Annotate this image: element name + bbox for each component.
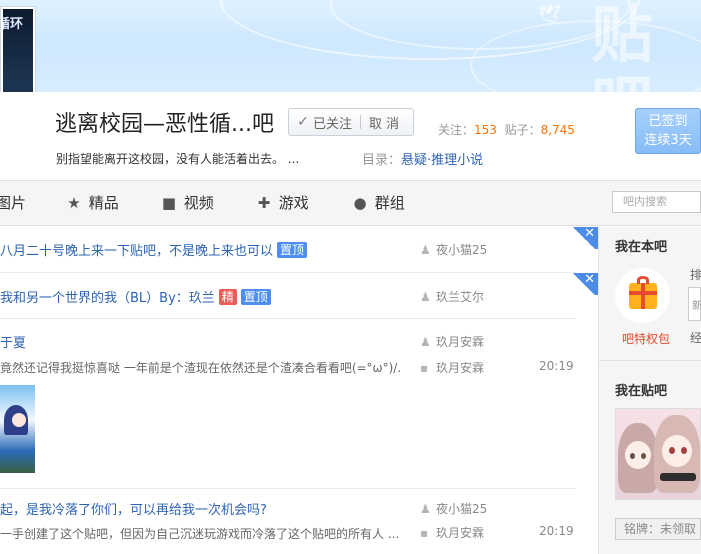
thread-author[interactable]: ♟ 玖月安霖	[420, 333, 484, 350]
last-reply-name: 玖月安霖	[436, 361, 485, 375]
thread-title[interactable]: 于夏	[0, 332, 26, 351]
thread-title-text: 起，是我冷落了你们，可以再给我一次机会吗?	[0, 503, 267, 518]
forum-title[interactable]: 逃离校园—恶性循...吧	[55, 106, 274, 138]
follower-count: 153	[474, 123, 497, 137]
my-post-heading: 我在贴吧	[615, 384, 668, 399]
avatar-eye	[669, 447, 675, 454]
tab-groups[interactable]: ● 群组	[350, 181, 405, 225]
forum-nav: 图片 ★ 精品 ■ 视频 ✚ 游戏 ● 群组	[0, 180, 701, 226]
thread-title-text: 于夏	[0, 336, 27, 351]
last-reply-author[interactable]: ▪ 玖月安霖	[420, 359, 484, 376]
last-reply-author[interactable]: ▪ 玖月安霖	[420, 524, 484, 541]
thread-author-name: 玖兰艾尔	[436, 290, 485, 304]
thumbnail-face	[12, 413, 26, 427]
my-forum-heading: 我在本吧	[615, 240, 668, 255]
thread-author[interactable]: ♟ 玖兰艾尔	[420, 288, 484, 305]
tab-label: 图片	[0, 194, 27, 212]
nameplate-badge[interactable]: 铭牌：未领取	[615, 518, 701, 540]
avatar-face	[662, 435, 692, 467]
divider	[360, 115, 362, 129]
tab-video[interactable]: ■ 视频	[159, 181, 214, 225]
thread-author-name: 玖月安霖	[436, 335, 485, 349]
forum-banner: 🕊 贴吧	[0, 0, 701, 92]
user-icon: ♟	[420, 502, 431, 516]
signin-status: 已签到	[648, 114, 688, 129]
user-icon: ♟	[420, 243, 431, 257]
post-count-label: 贴子：	[504, 123, 541, 137]
exp-label: 经	[690, 331, 701, 345]
reply-icon: ▪	[420, 526, 429, 540]
banner-logo: 贴吧	[591, 0, 653, 92]
tab-label: 精品	[88, 194, 119, 212]
rank-label: 排	[690, 268, 701, 282]
thread-title-text: 我和另一个世界的我（BL）By：玖兰	[0, 291, 215, 306]
sidebar-divider	[599, 360, 701, 361]
post-count: 8,745	[540, 123, 575, 137]
thread-author[interactable]: ♟ 夜小猫25	[420, 241, 487, 258]
bird-icon: 🕊	[538, 4, 561, 25]
last-reply-time: 20:19	[539, 359, 574, 373]
user-avatar[interactable]	[615, 408, 701, 500]
thread-row[interactable]: 于夏 竟然还记得我挺惊喜哒 一年前是个渣现在依然还是个渣凑合看看吧(=°ω°)/…	[0, 319, 598, 489]
follower-label: 关注：	[438, 123, 475, 137]
pinned-badge: 置顶	[277, 242, 308, 258]
forum-search-input[interactable]: 吧内搜索	[612, 191, 701, 213]
catalog-link[interactable]: 悬疑·推理小说	[401, 153, 483, 168]
gift-bow	[636, 275, 649, 284]
avatar-eye	[630, 453, 635, 459]
thread-author[interactable]: ♟ 夜小猫25	[420, 500, 487, 517]
thread-title[interactable]: 起，是我冷落了你们，可以再给我一次机会吗?	[0, 499, 267, 518]
tab-featured[interactable]: ★ 精品	[64, 181, 119, 225]
thread-row[interactable]: 起，是我冷落了你们，可以再给我一次机会吗? 一手创建了这个贴吧，但因为自己沉迷玩…	[0, 489, 598, 554]
thread-list: 八月二十号晚上来一下贴吧，不是晚上来也可以 置顶 ♟ 夜小猫25 ✕ 我和另一个世界…	[0, 227, 598, 554]
forum-stats: 关注：153 贴子：8,745	[438, 121, 575, 138]
thread-title[interactable]: 八月二十号晚上来一下贴吧，不是晚上来也可以 置顶	[0, 240, 308, 259]
privilege-pack[interactable]	[615, 268, 670, 323]
close-icon[interactable]: ✕	[570, 273, 598, 295]
tab-label: 群组	[374, 194, 405, 212]
forum-avatar-text: 循环	[3, 17, 24, 32]
forum-slogan: 别指望能离开这校园，没有人能活着出去。 ...	[56, 152, 300, 166]
avatar-eye	[681, 447, 687, 454]
featured-badge: 精	[218, 289, 237, 305]
catalog-label: 目录：	[362, 153, 402, 168]
last-reply-time: 20:19	[539, 524, 574, 538]
avatar-eye	[641, 453, 646, 459]
video-icon: ■	[161, 194, 177, 212]
tab-games[interactable]: ✚ 游戏	[254, 181, 309, 225]
thread-title-text: 八月二十号晚上来一下贴吧，不是晚上来也可以	[0, 244, 274, 259]
tab-label: 游戏	[278, 194, 309, 212]
forum-catalog: 目录：悬疑·推理小说	[362, 149, 483, 168]
privilege-pack-label[interactable]: 吧特权包	[622, 330, 670, 347]
user-icon: ♟	[420, 335, 431, 349]
thread-thumbnail[interactable]	[0, 385, 35, 473]
checkmark-icon: ✓	[297, 114, 309, 130]
followed-label: 已关注	[313, 116, 353, 132]
tab-pictures[interactable]: 图片	[0, 181, 26, 225]
user-icon: ♟	[420, 290, 431, 304]
chat-icon: ●	[353, 194, 367, 212]
signin-button[interactable]: 已签到 连续3天	[635, 108, 701, 154]
thread-row[interactable]: 八月二十号晚上来一下贴吧，不是晚上来也可以 置顶 ♟ 夜小猫25 ✕	[0, 227, 598, 273]
avatar-collar	[660, 473, 696, 481]
gamepad-icon: ✚	[257, 194, 271, 212]
tab-label: 视频	[183, 194, 214, 212]
thread-author-name: 夜小猫25	[436, 502, 488, 516]
thread-excerpt: 竟然还记得我挺惊喜哒 一年前是个渣现在依然还是个渣凑合看看吧(=°ω°)/...	[0, 361, 400, 375]
rank-box: 新	[688, 287, 701, 321]
thread-excerpt: 一手创建了这个贴吧，但因为自己沉迷玩游戏而冷落了这个贴吧的所有人 ...	[0, 527, 400, 541]
last-reply-name: 玖月安霖	[436, 526, 485, 540]
gift-icon	[628, 275, 657, 309]
unfollow-button[interactable]: 取 消	[369, 113, 399, 132]
thread-author-name: 夜小猫25	[436, 243, 488, 257]
thread-row[interactable]: 我和另一个世界的我（BL）By：玖兰精置顶 ♟ 玖兰艾尔 ✕	[0, 273, 598, 319]
signin-streak: 连续3天	[644, 133, 692, 148]
thread-title[interactable]: 我和另一个世界的我（BL）By：玖兰精置顶	[0, 287, 271, 306]
pinned-badge: 置顶	[240, 289, 271, 305]
star-icon: ★	[67, 194, 81, 212]
avatar-face	[625, 441, 651, 469]
close-icon[interactable]: ✕	[570, 227, 598, 249]
follow-button[interactable]: ✓ 已关注 取 消	[288, 108, 414, 136]
reply-icon: ▪	[420, 361, 429, 375]
